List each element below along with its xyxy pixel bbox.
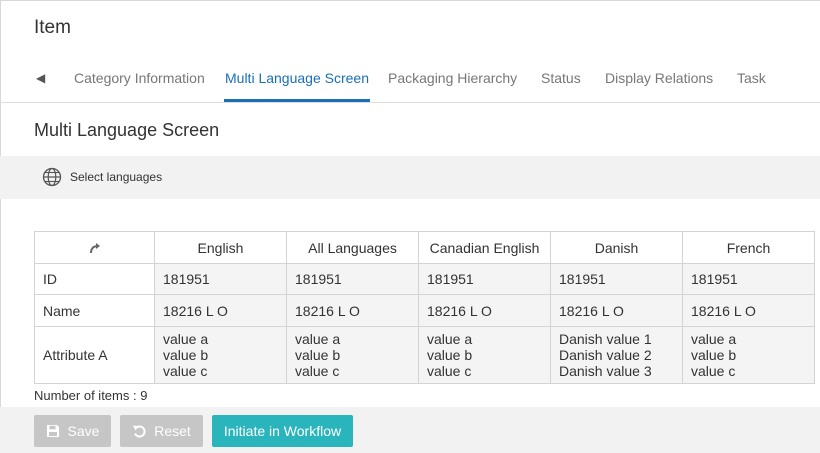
language-grid: English All Languages Canadian English D… xyxy=(34,231,815,384)
cell-value-line: value b xyxy=(427,347,473,363)
cell-value-line: value c xyxy=(295,363,340,379)
cell-value-line: value a xyxy=(295,331,341,347)
column-header-canadian-english[interactable]: Canadian English xyxy=(418,231,551,264)
cell-attribute-a-danish[interactable]: Danish value 1 Danish value 2 Danish val… xyxy=(550,326,683,384)
globe-icon[interactable] xyxy=(42,167,62,187)
reset-button[interactable]: Reset xyxy=(120,415,203,447)
cell-name-canadian-english[interactable]: 18216 L O xyxy=(418,294,551,327)
column-header-danish[interactable]: Danish xyxy=(550,231,683,264)
cell-id-canadian-english[interactable]: 181951 xyxy=(418,263,551,295)
cell-value-line: value b xyxy=(691,347,737,363)
cell-value-line: value b xyxy=(163,347,209,363)
row-label-attribute-a: Attribute A xyxy=(34,326,155,384)
grid-corner-cell xyxy=(34,231,155,264)
cell-value-line: Danish value 3 xyxy=(559,363,652,379)
cell-id-all-languages[interactable]: 181951 xyxy=(286,263,419,295)
tab-display-relations[interactable]: Display Relations xyxy=(605,70,713,86)
cell-name-english[interactable]: 18216 L O xyxy=(154,294,287,327)
initiate-workflow-button[interactable]: Initiate in Workflow xyxy=(212,415,353,447)
cell-value-line: value c xyxy=(427,363,472,379)
toolbar: Select languages xyxy=(0,156,820,199)
items-count: Number of items : 9 xyxy=(34,388,148,403)
cell-value-line: value a xyxy=(427,331,473,347)
active-tab-indicator xyxy=(224,99,370,102)
cell-attribute-a-english[interactable]: value a value b value c xyxy=(154,326,287,384)
grid-header-row: English All Languages Canadian English D… xyxy=(34,231,815,264)
cell-name-french[interactable]: 18216 L O xyxy=(682,294,815,327)
column-header-french[interactable]: French xyxy=(682,231,815,264)
column-header-all-languages[interactable]: All Languages xyxy=(286,231,419,264)
page-title: Item xyxy=(34,17,71,38)
tab-scroll-left-icon[interactable]: ◀ xyxy=(36,71,45,85)
tab-task[interactable]: Task xyxy=(737,70,766,86)
undo-icon xyxy=(133,425,146,438)
column-header-english[interactable]: English xyxy=(154,231,287,264)
footer-bar: Save Reset Initiate in Workflow xyxy=(0,407,820,453)
cell-id-danish[interactable]: 181951 xyxy=(550,263,683,295)
select-languages-button[interactable]: Select languages xyxy=(70,170,162,184)
cell-id-french[interactable]: 181951 xyxy=(682,263,815,295)
cell-value-line: value c xyxy=(163,363,208,379)
tab-bar: ◀ Category Information Multi Language Sc… xyxy=(0,58,820,103)
cell-attribute-a-all-languages[interactable]: value a value b value c xyxy=(286,326,419,384)
reset-button-label: Reset xyxy=(154,423,191,439)
tab-packaging-hierarchy[interactable]: Packaging Hierarchy xyxy=(388,70,517,86)
cell-value-line: value b xyxy=(295,347,341,363)
section-title: Multi Language Screen xyxy=(34,120,220,140)
row-label-name: Name xyxy=(34,294,155,327)
save-icon xyxy=(46,425,59,437)
cell-value-line: Danish value 1 xyxy=(559,331,652,347)
cell-value-line: value c xyxy=(691,363,736,379)
tab-multi-language-screen[interactable]: Multi Language Screen xyxy=(225,70,369,86)
table-row: Attribute A value a value b value c valu… xyxy=(34,326,815,384)
tab-status[interactable]: Status xyxy=(541,70,581,86)
page-border-top xyxy=(0,0,820,1)
cell-value-line: value a xyxy=(163,331,209,347)
cell-attribute-a-canadian-english[interactable]: value a value b value c xyxy=(418,326,551,384)
table-row: Name 18216 L O 18216 L O 18216 L O 18216… xyxy=(34,294,815,327)
refresh-arrow-icon[interactable] xyxy=(87,240,103,256)
save-button-label: Save xyxy=(67,423,100,439)
cell-value-line: value a xyxy=(691,331,737,347)
cell-name-danish[interactable]: 18216 L O xyxy=(550,294,683,327)
table-row: ID 181951 181951 181951 181951 181951 xyxy=(34,263,815,295)
cell-attribute-a-french[interactable]: value a value b value c xyxy=(682,326,815,384)
tab-category-information[interactable]: Category Information xyxy=(74,70,205,86)
cell-value-line: Danish value 2 xyxy=(559,347,652,363)
cell-id-english[interactable]: 181951 xyxy=(154,263,287,295)
row-label-id: ID xyxy=(34,263,155,295)
cell-name-all-languages[interactable]: 18216 L O xyxy=(286,294,419,327)
save-button[interactable]: Save xyxy=(34,415,111,447)
